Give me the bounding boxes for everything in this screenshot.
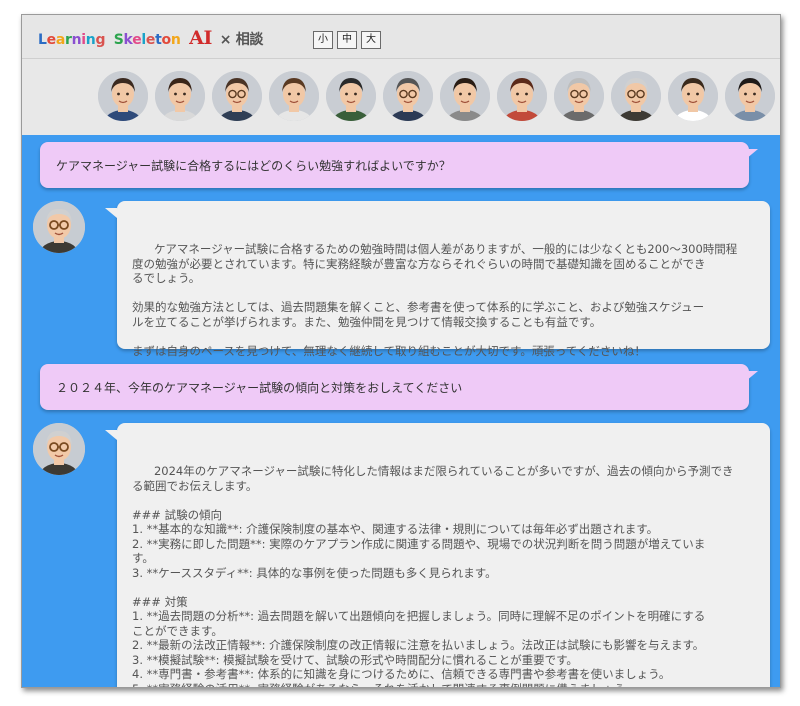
app-window: Learning Skeleton AI × 相談 小 中 大 ケアマネージャー… — [21, 14, 781, 688]
advisor-6-avatar[interactable] — [383, 71, 433, 121]
bubble-tail — [746, 371, 758, 381]
advisor-7-avatar[interactable] — [440, 71, 490, 121]
user-message-text: ケアマネージャー試験に合格するにはどのくらい勉強すればよいですか？ — [56, 158, 451, 173]
assistant-message: 2024年のケアマネージャー試験に特化した情報はまだ限られていることが多いですが… — [105, 423, 770, 687]
advisor-5-avatar[interactable] — [326, 71, 376, 121]
assistant-message-text: 2024年のケアマネージャー試験に特化した情報はまだ限られていることが多いですが… — [132, 464, 734, 687]
advisor-selector — [98, 71, 775, 121]
user-message-text: ２０２４年、今年のケアマネージャー試験の傾向と対策をおしえてください — [56, 380, 463, 395]
advisor-4-avatar[interactable] — [269, 71, 319, 121]
person-icon — [497, 71, 547, 121]
person-icon — [554, 71, 604, 121]
advisor-1-avatar[interactable] — [98, 71, 148, 121]
assistant-avatar — [33, 423, 85, 475]
logo-learning: Learning — [38, 32, 106, 48]
font-size-small-button[interactable]: 小 — [313, 31, 333, 49]
person-icon — [326, 71, 376, 121]
person-icon — [269, 71, 319, 121]
bubble-tail — [105, 208, 117, 218]
advisor-11-avatar[interactable] — [668, 71, 718, 121]
person-icon — [212, 71, 262, 121]
assistant-message-text: ケアマネージャー試験に合格するための勉強時間は個人差がありますが、一般的には少な… — [132, 242, 738, 358]
user-message: ケアマネージャー試験に合格するにはどのくらい勉強すればよいですか？ — [40, 142, 758, 188]
advisor-face-icon — [33, 201, 85, 253]
bubble-tail — [746, 149, 758, 159]
person-icon — [383, 71, 433, 121]
advisor-3-avatar[interactable] — [212, 71, 262, 121]
title-bar: Learning Skeleton AI × 相談 小 中 大 — [22, 15, 780, 59]
person-icon — [611, 71, 661, 121]
font-size-medium-button[interactable]: 中 — [337, 31, 357, 49]
advisor-2-avatar[interactable] — [155, 71, 205, 121]
app-logo: Learning Skeleton AI × 相談 — [38, 27, 263, 49]
person-icon — [440, 71, 490, 121]
user-message: ２０２４年、今年のケアマネージャー試験の傾向と対策をおしえてください — [40, 364, 758, 410]
bubble-tail — [105, 430, 117, 440]
logo-suffix: × 相談 — [219, 32, 264, 48]
advisor-12-avatar[interactable] — [725, 71, 775, 121]
advisor-face-icon — [33, 423, 85, 475]
person-icon — [668, 71, 718, 121]
logo-skeleton: Skeleton — [113, 32, 181, 48]
assistant-message: ケアマネージャー試験に合格するための勉強時間は個人差がありますが、一般的には少な… — [105, 201, 770, 358]
person-icon — [98, 71, 148, 121]
advisor-8-avatar[interactable] — [497, 71, 547, 121]
header: Learning Skeleton AI × 相談 小 中 大 — [22, 15, 780, 135]
font-size-controls: 小 中 大 — [313, 31, 381, 49]
chat-area: ケアマネージャー試験に合格するにはどのくらい勉強すればよいですか？ ケアマネージ… — [22, 135, 780, 687]
advisor-10-avatar[interactable] — [611, 71, 661, 121]
person-icon — [725, 71, 775, 121]
logo-ai: AI — [189, 27, 213, 49]
advisor-9-avatar[interactable] — [554, 71, 604, 121]
person-icon — [155, 71, 205, 121]
assistant-avatar — [33, 201, 85, 253]
font-size-large-button[interactable]: 大 — [361, 31, 381, 49]
